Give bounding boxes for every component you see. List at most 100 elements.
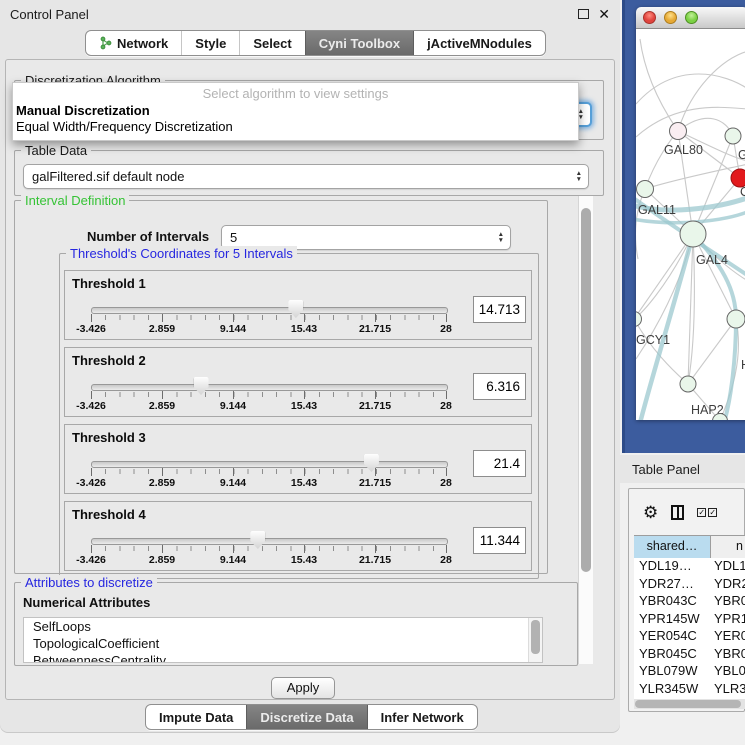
tab-label: Network <box>117 36 168 51</box>
table-row[interactable]: YER054CYER0 <box>634 628 745 646</box>
table-hscrollbar-thumb[interactable] <box>635 700 741 708</box>
cell-shared-name: YDL19… <box>634 558 710 576</box>
network-node[interactable] <box>637 181 654 198</box>
threshold-value-field[interactable]: 14.713 <box>473 296 526 323</box>
slider-tick-label: 15.43 <box>272 400 336 412</box>
panel-scrollbar-thumb[interactable] <box>581 208 591 572</box>
checkbox-icons[interactable]: ✓ ✓ <box>697 508 717 517</box>
tab-infer-network[interactable]: Infer Network <box>367 705 477 729</box>
attributes-scrollbar-thumb[interactable] <box>531 620 540 654</box>
control-panel-titlebar: Control Panel ✕ <box>0 0 620 28</box>
table-row[interactable]: YBR045CYBR0 <box>634 646 745 664</box>
interval-definition-title: Interval Definition <box>21 193 129 208</box>
numerical-attributes-list[interactable]: SelfLoopsTopologicalCoefficientBetweenne… <box>23 617 543 663</box>
column-header-shared-name[interactable]: shared… <box>634 536 711 558</box>
columns-icon[interactable] <box>671 505 684 520</box>
network-node-label: GCY1 <box>636 333 670 347</box>
network-window-titlebar <box>636 7 745 29</box>
table-toolbar: ⚙ ✓ ✓ <box>629 489 744 535</box>
slider-tick-label: 15.43 <box>272 323 336 335</box>
cyni-toolbox-panel: Discretization Algorithm ▲▼ Table Data g… <box>5 59 615 700</box>
slider-track[interactable] <box>91 461 448 468</box>
checkbox-icon[interactable]: ✓ <box>697 508 706 517</box>
slider-major-tick <box>91 391 92 399</box>
attributes-scrollbar[interactable] <box>528 618 542 662</box>
slider-major-tick <box>162 391 163 399</box>
minimize-button[interactable] <box>664 11 677 24</box>
network-edge <box>645 131 678 189</box>
tab-label: Cyni Toolbox <box>319 36 400 51</box>
attributes-group-title: Attributes to discretize <box>21 575 157 590</box>
algorithm-option[interactable]: Equal Width/Frequency Discretization <box>16 119 233 134</box>
interval-definition-group: Interval Definition Number of Intervals … <box>14 200 548 574</box>
close-panel-icon[interactable]: ✕ <box>598 8 610 20</box>
network-node-label: H <box>741 358 745 372</box>
tab-network[interactable]: Network <box>86 31 181 55</box>
apply-button[interactable]: Apply <box>271 677 335 699</box>
slider-major-tick <box>446 314 447 322</box>
network-node[interactable] <box>725 128 741 144</box>
popup-hint: Select algorithm to view settings <box>13 86 578 101</box>
network-window-frame: GAL80GACGAL11GAL4GCY1HHAP2 <box>622 0 745 453</box>
cell-name: YBR0 <box>710 593 745 611</box>
slider-track[interactable] <box>91 307 448 314</box>
tab-cyni-toolbox[interactable]: Cyni Toolbox <box>305 31 413 55</box>
table-data-group: Table Data galFiltered.sif default node … <box>14 150 604 196</box>
zoom-button[interactable] <box>685 11 698 24</box>
slider-major-tick <box>304 468 305 476</box>
network-graph[interactable]: GAL80GACGAL11GAL4GCY1HHAP2 <box>636 29 745 420</box>
network-node-label: GA <box>738 148 745 162</box>
threshold-value-field[interactable]: 6.316 <box>473 373 526 400</box>
attribute-list-item[interactable]: TopologicalCoefficient <box>24 635 542 652</box>
slider-tick-label: 28 <box>414 400 478 412</box>
network-edge <box>636 234 693 319</box>
gear-icon[interactable]: ⚙ <box>643 504 658 521</box>
table-data-group-title: Table Data <box>21 143 91 158</box>
slider-track[interactable] <box>91 384 448 391</box>
close-button[interactable] <box>643 11 656 24</box>
network-canvas[interactable]: GAL80GACGAL11GAL4GCY1HHAP2 <box>636 29 745 420</box>
attribute-list-item[interactable]: BetweennessCentrality <box>24 652 542 663</box>
float-window-icon[interactable] <box>578 9 589 19</box>
network-node[interactable] <box>680 376 696 392</box>
settings-scrollpane: Interval Definition Number of Intervals … <box>14 196 594 664</box>
slider-major-tick <box>304 391 305 399</box>
threshold-value-field[interactable]: 21.4 <box>473 450 526 477</box>
slider-major-tick <box>91 468 92 476</box>
tab-jactivemnodules[interactable]: jActiveMNodules <box>413 31 545 55</box>
attribute-list-item[interactable]: SelfLoops <box>24 618 542 635</box>
table-panel: ⚙ ✓ ✓ shared… n YDL19…YDL1YDR27…YDR2YBR0… <box>628 488 745 712</box>
slider-tick-label: 21.715 <box>343 477 407 489</box>
algorithm-option[interactable]: Manual Discretization <box>16 103 150 118</box>
table-row[interactable]: YBL079WYBL0 <box>634 663 745 681</box>
checkbox-icon[interactable]: ✓ <box>708 508 717 517</box>
network-node[interactable] <box>680 221 706 247</box>
tab-impute-data[interactable]: Impute Data <box>146 705 246 729</box>
threshold-label: Threshold 3 <box>72 430 146 445</box>
table-row[interactable]: YLR345WYLR3 <box>634 681 745 699</box>
table-row[interactable]: YPR145WYPR1 <box>634 611 745 629</box>
table-hscrollbar[interactable] <box>634 699 745 709</box>
slider-major-tick <box>375 391 376 399</box>
table-rows: YDL19…YDL1YDR27…YDR2YBR043CYBR0YPR145WYP… <box>634 558 745 699</box>
table-row[interactable]: YDR27…YDR2 <box>634 576 745 594</box>
slider-tick-label: -3.426 <box>59 554 123 566</box>
tab-select[interactable]: Select <box>239 31 304 55</box>
table-row[interactable]: YBR043CYBR0 <box>634 593 745 611</box>
thresholds-group-title: Threshold's Coordinates for 5 Intervals <box>66 246 297 261</box>
table-row[interactable]: YDL19…YDL1 <box>634 558 745 576</box>
column-header-name[interactable]: n <box>711 536 745 558</box>
slider-track[interactable] <box>91 538 448 545</box>
network-node[interactable] <box>670 123 687 140</box>
threshold-value-field[interactable]: 11.344 <box>473 527 526 554</box>
slider-major-tick <box>162 468 163 476</box>
slider-tick-label: -3.426 <box>59 477 123 489</box>
slider-major-tick <box>91 314 92 322</box>
table-data-combobox[interactable]: galFiltered.sif default node ▲▼ <box>23 164 589 189</box>
tab-discretize-data[interactable]: Discretize Data <box>246 705 366 729</box>
tab-style[interactable]: Style <box>181 31 239 55</box>
panel-scrollbar[interactable] <box>578 196 593 664</box>
slider-major-tick <box>233 468 234 476</box>
slider-tick-label: 21.715 <box>343 400 407 412</box>
network-node[interactable] <box>727 310 745 328</box>
